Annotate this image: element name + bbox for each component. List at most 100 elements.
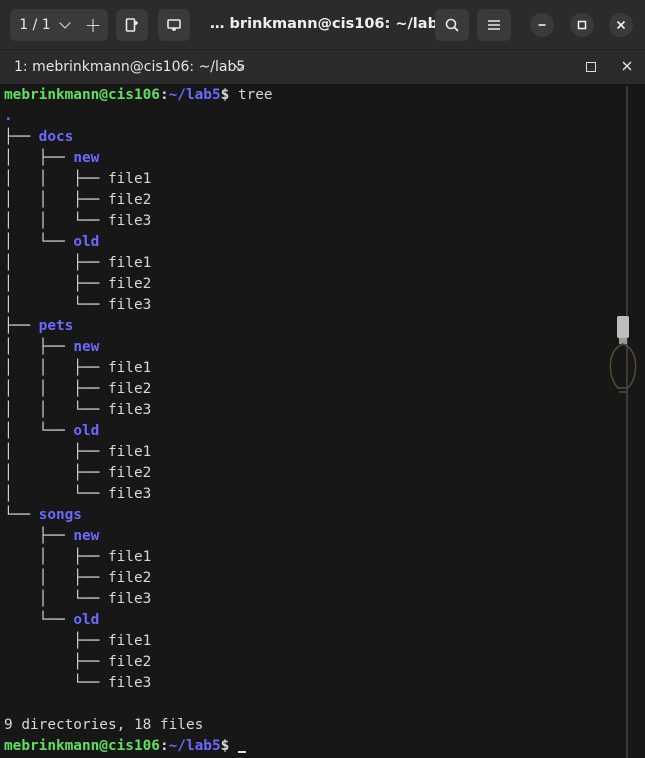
tree-file-row: │ │ ├── file2	[4, 190, 151, 211]
main-menu-button[interactable]	[477, 9, 511, 41]
tree-file-row: │ ├── file1	[4, 442, 151, 463]
directory-name: old	[73, 234, 100, 250]
header-bar: 1 / 1 + … brinkmann@cis106: ~/lab5	[0, 0, 645, 49]
tree-branch: │ ├──	[4, 444, 108, 460]
tree-branch: ├──	[4, 633, 108, 649]
tree-directory-row: ├── pets	[4, 316, 73, 337]
maximize-terminal-icon[interactable]	[586, 62, 596, 72]
lamp-decoration	[609, 316, 637, 393]
tree-branch: │ └──	[4, 234, 74, 250]
prompt-path: ~/lab5	[168, 738, 221, 754]
tree-branch: │ ├──	[4, 465, 108, 481]
directory-name: new	[73, 150, 100, 166]
tab-switcher-button[interactable]: 1 / 1	[10, 9, 78, 41]
tree-branch: │ │ ├──	[4, 360, 108, 376]
new-window-icon	[167, 19, 181, 31]
directory-name: pets	[38, 318, 74, 334]
tree-file-row: │ ├── file2	[4, 568, 152, 589]
tree-branch: │ └──	[4, 297, 108, 313]
window-title: … brinkmann@cis106: ~/lab5	[210, 16, 449, 32]
search-icon	[445, 18, 459, 32]
chevron-down-icon	[59, 17, 71, 29]
maximize-button[interactable]	[570, 13, 594, 37]
tree-directory-row: │ └── old	[4, 421, 99, 442]
tree-file-row: ├── file2	[4, 652, 151, 673]
tree-file-row: │ ├── file2	[4, 274, 151, 295]
file-name: file1	[107, 549, 152, 565]
tree-file-row: └── file3	[4, 673, 151, 694]
tree-file-row: │ │ ├── file2	[4, 379, 151, 400]
hamburger-menu-icon	[488, 20, 500, 30]
tree-directory-row: ├── docs	[4, 127, 73, 148]
search-button[interactable]	[435, 9, 469, 41]
prompt-line: mebrinkmann@cis106:~/lab5$	[4, 736, 246, 757]
tree-branch: │ │ ├──	[4, 171, 108, 187]
file-name: file3	[107, 591, 152, 607]
file-name: file2	[107, 276, 152, 292]
tree-file-row: │ │ ├── file1	[4, 358, 151, 379]
tree-file-row: │ │ └── file3	[4, 400, 151, 421]
summary-text: 9 directories, 18 files	[4, 717, 204, 733]
minimize-button[interactable]	[530, 13, 554, 37]
split-view-icon	[125, 18, 138, 32]
tree-branch: │ └──	[4, 423, 74, 439]
tree-root-dot: .	[4, 108, 13, 124]
tree-file-row: │ │ ├── file1	[4, 169, 151, 190]
prompt-symbol: $	[220, 87, 230, 103]
tree-file-row: │ └── file3	[4, 295, 151, 316]
close-terminal-icon[interactable]	[620, 59, 634, 73]
tree-file-row: │ │ └── file3	[4, 211, 151, 232]
session-tab-label[interactable]: 1: mebrinkmann@cis106: ~/lab5	[14, 50, 245, 84]
tree-branch: ├──	[4, 129, 39, 145]
file-name: file3	[107, 297, 152, 313]
close-window-button[interactable]	[609, 13, 633, 37]
text-cursor	[237, 751, 246, 753]
directory-name: docs	[38, 129, 74, 145]
terminal-output[interactable]: mebrinkmann@cis106:~/lab5$ tree. ├── docs…	[0, 84, 645, 758]
tree-branch: │ ├──	[4, 150, 74, 166]
close-icon	[616, 20, 626, 30]
tree-file-row: ├── file1	[4, 631, 151, 652]
tree-branch: │ └──	[4, 486, 108, 502]
scrollbar[interactable]	[626, 86, 628, 758]
directory-name: new	[73, 339, 100, 355]
split-view-button[interactable]	[116, 9, 148, 41]
new-window-button[interactable]	[158, 9, 190, 41]
file-name: file3	[107, 213, 152, 229]
prompt-user: mebrinkmann@cis106	[4, 87, 160, 103]
directory-name: old	[73, 612, 100, 628]
tree-branch: │ ├──	[4, 570, 108, 586]
prompt-path: ~/lab5	[168, 87, 221, 103]
file-name: file2	[107, 465, 152, 481]
tree-branch: │ ├──	[4, 549, 108, 565]
minimize-icon	[538, 24, 546, 26]
tree-root: .	[4, 106, 13, 127]
tree-directory-row: └── songs	[4, 505, 82, 526]
file-name: file1	[107, 633, 152, 649]
tree-directory-row: │ └── old	[4, 232, 99, 253]
tree-branch: │ │ ├──	[4, 192, 108, 208]
tree-directory-row: └── old	[4, 610, 100, 631]
tree-branch: │ └──	[4, 591, 108, 607]
tree-branch: └──	[4, 612, 74, 628]
tree-file-row: │ └── file3	[4, 484, 151, 505]
tree-directory-row: ├── new	[4, 526, 100, 547]
tree-branch: ├──	[4, 528, 74, 544]
tree-branch: └──	[4, 675, 108, 691]
prompt-symbol: $	[220, 738, 230, 754]
tree-branch: │ │ ├──	[4, 381, 108, 397]
file-name: file3	[107, 486, 152, 502]
prompt-separator: :	[159, 87, 169, 103]
tree-file-row: │ └── file3	[4, 589, 152, 610]
tree-branch: │ ├──	[4, 339, 74, 355]
tree-summary: 9 directories, 18 files	[4, 715, 203, 736]
tree-branch: │ │ └──	[4, 402, 108, 418]
tree-branch: │ ├──	[4, 255, 108, 271]
tree-file-row: │ ├── file2	[4, 463, 151, 484]
directory-name: new	[73, 528, 100, 544]
tree-file-row: │ ├── file1	[4, 253, 151, 274]
prompt-user: mebrinkmann@cis106	[4, 738, 160, 754]
new-tab-button[interactable]: +	[78, 9, 108, 41]
file-name: file2	[107, 654, 152, 670]
tree-branch: │ │ └──	[4, 213, 108, 229]
